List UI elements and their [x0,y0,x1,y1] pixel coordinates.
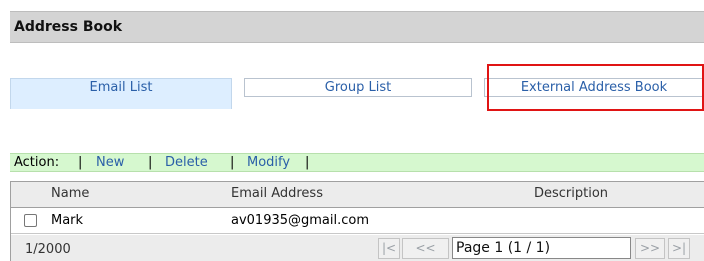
page-indicator[interactable]: Page 1 (1 / 1) [452,237,631,259]
first-page-button[interactable]: |< [378,238,400,259]
table-header: Name Email Address Description [11,182,704,208]
modify-button[interactable]: Modify [247,154,290,171]
row-checkbox[interactable] [24,214,37,227]
action-bar: Action: | New | Delete | Modify | [10,153,704,172]
action-separator: | [230,155,235,170]
action-separator: | [305,155,310,170]
table-footer: 1/2000 |< << Page 1 (1 / 1) >> >| [11,235,704,261]
tab-group-list[interactable]: Group List [244,78,472,97]
row-email: av01935@gmail.com [231,213,370,228]
new-button[interactable]: New [96,154,124,171]
tab-email-list-label: Email List [89,80,153,95]
last-page-button[interactable]: >| [668,238,690,259]
column-header-name[interactable]: Name [51,186,89,201]
action-label: Action: [14,155,60,170]
page-title: Address Book [14,19,123,35]
record-count: 1/2000 [25,242,71,257]
column-header-email[interactable]: Email Address [231,186,323,201]
prev-page-button[interactable]: << [402,238,449,259]
highlight-box [487,64,704,111]
row-name: Mark [51,213,84,228]
title-bar: Address Book [10,11,704,43]
next-page-button[interactable]: >> [635,238,665,259]
table-row[interactable]: Mark av01935@gmail.com [11,208,704,234]
tab-group-list-label: Group List [324,80,392,95]
delete-button[interactable]: Delete [165,154,208,171]
column-header-description[interactable]: Description [534,186,608,201]
action-separator: | [78,155,83,170]
tab-email-list[interactable]: Email List [10,78,232,109]
action-separator: | [148,155,153,170]
address-table: Name Email Address Description Mark av01… [10,181,704,261]
